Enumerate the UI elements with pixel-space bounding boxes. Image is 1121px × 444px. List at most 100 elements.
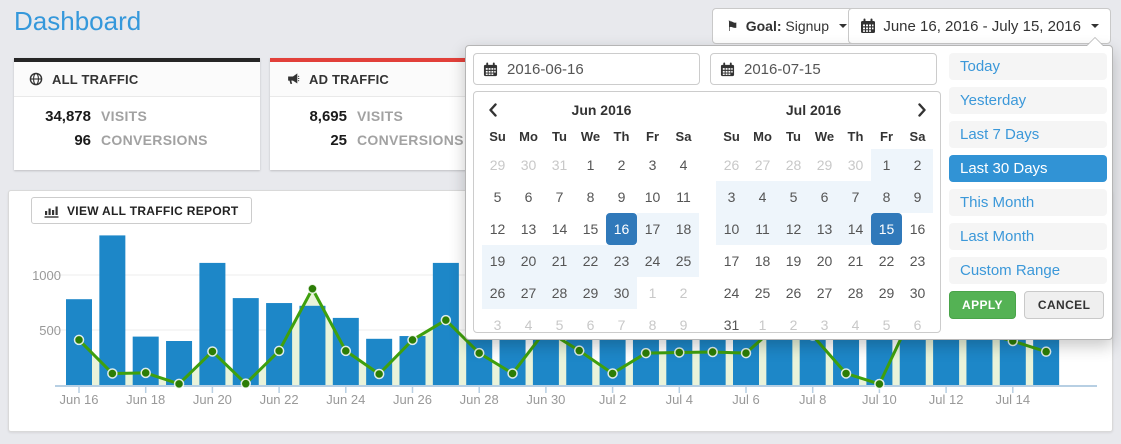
calendar-day[interactable]: 1 [871, 149, 902, 181]
calendar-day[interactable]: 17 [716, 245, 747, 277]
calendar-day[interactable]: 3 [716, 181, 747, 213]
calendar-day[interactable]: 21 [544, 245, 575, 277]
calendar-day[interactable]: 6 [513, 181, 544, 213]
calendar-day[interactable]: 31 [544, 149, 575, 181]
calendar-day[interactable]: 7 [606, 309, 637, 341]
calendar-day[interactable]: 7 [544, 181, 575, 213]
calendar-day[interactable]: 7 [840, 181, 871, 213]
calendar-day[interactable]: 31 [716, 309, 747, 341]
calendar-day[interactable]: 4 [747, 181, 778, 213]
goal-dropdown-button[interactable]: ⚑ Goal: Signup [712, 8, 861, 44]
prev-month-icon[interactable] [482, 99, 504, 121]
cancel-button[interactable]: CANCEL [1024, 291, 1104, 319]
calendar-day[interactable]: 29 [575, 277, 606, 309]
calendar-day[interactable]: 29 [871, 277, 902, 309]
calendar-day[interactable]: 14 [544, 213, 575, 245]
calendar-day[interactable]: 12 [482, 213, 513, 245]
calendar-day[interactable]: 30 [606, 277, 637, 309]
calendar-day[interactable]: 28 [840, 277, 871, 309]
calendar-day[interactable]: 23 [606, 245, 637, 277]
calendar-day[interactable]: 6 [575, 309, 606, 341]
calendar-day[interactable]: 30 [902, 277, 933, 309]
calendar-day[interactable]: 20 [513, 245, 544, 277]
calendar-day[interactable]: 27 [513, 277, 544, 309]
end-date-input[interactable] [742, 60, 927, 79]
calendar-day[interactable]: 18 [747, 245, 778, 277]
calendar-day[interactable]: 19 [778, 245, 809, 277]
calendar-day[interactable]: 23 [902, 245, 933, 277]
calendar-day[interactable]: 1 [637, 277, 668, 309]
view-all-traffic-report-button[interactable]: VIEW ALL TRAFFIC REPORT [31, 197, 252, 224]
calendar-day[interactable]: 1 [575, 149, 606, 181]
calendar-day[interactable]: 28 [544, 277, 575, 309]
calendar-day[interactable]: 30 [513, 149, 544, 181]
calendar-day[interactable]: 3 [637, 149, 668, 181]
calendar-day[interactable]: 22 [575, 245, 606, 277]
calendar-day[interactable]: 5 [871, 309, 902, 341]
calendar-day[interactable]: 29 [482, 149, 513, 181]
preset-last-month[interactable]: Last Month [949, 223, 1107, 250]
preset-last-7-days[interactable]: Last 7 Days [949, 121, 1107, 148]
next-month-icon[interactable] [911, 99, 933, 121]
calendar-day[interactable]: 15 [575, 213, 606, 245]
calendar-day[interactable]: 2 [668, 277, 699, 309]
calendar-day[interactable]: 8 [637, 309, 668, 341]
calendar-day[interactable]: 25 [747, 277, 778, 309]
calendar-day[interactable]: 29 [809, 149, 840, 181]
calendar-day[interactable]: 11 [747, 213, 778, 245]
calendar-day[interactable]: 10 [637, 181, 668, 213]
calendar-day[interactable]: 4 [840, 309, 871, 341]
calendar-day[interactable]: 3 [482, 309, 513, 341]
calendar-day[interactable]: 30 [840, 149, 871, 181]
calendar-day[interactable]: 26 [716, 149, 747, 181]
calendar-day[interactable]: 9 [668, 309, 699, 341]
calendar-day[interactable]: 26 [778, 277, 809, 309]
calendar-day[interactable]: 6 [902, 309, 933, 341]
calendar-day[interactable]: 20 [809, 245, 840, 277]
calendar-day[interactable]: 13 [809, 213, 840, 245]
calendar-day[interactable]: 1 [747, 309, 778, 341]
apply-button[interactable]: APPLY [949, 291, 1016, 319]
calendar-day[interactable]: 3 [809, 309, 840, 341]
start-date-input[interactable] [505, 60, 690, 79]
calendar-day[interactable]: 19 [482, 245, 513, 277]
preset-today[interactable]: Today [949, 53, 1107, 80]
calendar-day-selected[interactable]: 16 [606, 213, 637, 245]
calendar-day[interactable]: 4 [668, 149, 699, 181]
preset-custom-range[interactable]: Custom Range [949, 257, 1107, 284]
calendar-day[interactable]: 8 [575, 181, 606, 213]
calendar-day[interactable]: 2 [902, 149, 933, 181]
preset-this-month[interactable]: This Month [949, 189, 1107, 216]
calendar-day-selected[interactable]: 15 [871, 213, 902, 245]
calendar-day[interactable]: 24 [637, 245, 668, 277]
calendar-day[interactable]: 2 [606, 149, 637, 181]
calendar-day[interactable]: 8 [871, 181, 902, 213]
calendar-day[interactable]: 21 [840, 245, 871, 277]
calendar-day[interactable]: 10 [716, 213, 747, 245]
calendar-day[interactable]: 16 [902, 213, 933, 245]
calendar-day[interactable]: 2 [778, 309, 809, 341]
calendar-day[interactable]: 14 [840, 213, 871, 245]
calendar-day[interactable]: 6 [809, 181, 840, 213]
preset-last-30-days[interactable]: Last 30 Days [949, 155, 1107, 182]
preset-yesterday[interactable]: Yesterday [949, 87, 1107, 114]
calendar-day[interactable]: 5 [544, 309, 575, 341]
calendar-day[interactable]: 27 [747, 149, 778, 181]
calendar-day[interactable]: 13 [513, 213, 544, 245]
calendar-day[interactable]: 17 [637, 213, 668, 245]
calendar-day[interactable]: 25 [668, 245, 699, 277]
calendar-day[interactable]: 9 [606, 181, 637, 213]
calendar-day[interactable]: 4 [513, 309, 544, 341]
calendar-day[interactable]: 9 [902, 181, 933, 213]
calendar-day[interactable]: 24 [716, 277, 747, 309]
calendar-day[interactable]: 18 [668, 213, 699, 245]
calendar-day[interactable]: 22 [871, 245, 902, 277]
calendar-day[interactable]: 5 [482, 181, 513, 213]
calendar-day[interactable]: 28 [778, 149, 809, 181]
calendar-day[interactable]: 26 [482, 277, 513, 309]
daterange-dropdown-button[interactable]: June 16, 2016 - July 15, 2016 [848, 8, 1111, 44]
calendar-day[interactable]: 12 [778, 213, 809, 245]
calendar-day[interactable]: 27 [809, 277, 840, 309]
calendar-day[interactable]: 5 [778, 181, 809, 213]
calendar-day[interactable]: 11 [668, 181, 699, 213]
